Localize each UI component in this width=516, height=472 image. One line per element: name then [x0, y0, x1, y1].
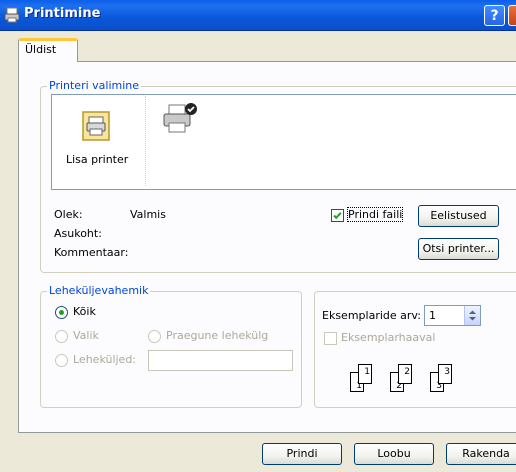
- preferences-button[interactable]: Eelistused: [418, 205, 499, 227]
- page-range-all-radio[interactable]: [55, 306, 68, 319]
- page-range-all-label[interactable]: Kõik: [73, 305, 96, 318]
- tab-general-label: Üldist: [25, 43, 57, 56]
- pages-input[interactable]: [148, 350, 293, 371]
- checkmark-icon: [333, 212, 342, 220]
- printer-list[interactable]: Lisa printer: [51, 94, 516, 190]
- help-button[interactable]: ?: [484, 5, 505, 26]
- page-range-legend: Leheküljevahemik: [47, 284, 151, 297]
- comment-label: Kommentaar:: [54, 246, 129, 259]
- copies-count-input[interactable]: 1: [424, 305, 481, 326]
- radio-dot-icon: [59, 310, 64, 315]
- close-button[interactable]: [508, 5, 516, 26]
- location-label: Asukoht:: [54, 227, 102, 240]
- printer-item-default[interactable]: [152, 96, 212, 146]
- page-range-selection-label[interactable]: Valik: [73, 329, 99, 342]
- apply-button[interactable]: Rakenda: [446, 443, 516, 465]
- print-to-file-label[interactable]: Prindi faili: [346, 207, 404, 222]
- status-value: Valmis: [130, 208, 166, 221]
- default-printer-icon: [163, 103, 197, 133]
- collate-label[interactable]: Eksemplarhaaval: [341, 331, 435, 344]
- collate-page: 2: [398, 364, 412, 384]
- cancel-button[interactable]: Loobu: [354, 443, 434, 465]
- copies-count-label: Eksemplaride arv:: [322, 309, 422, 322]
- title-bar[interactable]: Printimine ?: [0, 0, 516, 31]
- copies-count-value: 1: [429, 309, 436, 322]
- page-range-pages-label[interactable]: Leheküljed:: [73, 353, 136, 366]
- printer-icon: [4, 7, 20, 23]
- print-button[interactable]: Prindi: [262, 443, 342, 465]
- tab-general[interactable]: Üldist: [18, 38, 78, 62]
- collate-illustration: 1 1 2 2 3 3: [350, 364, 470, 398]
- printer-item-add-label: Lisa printer: [66, 153, 129, 166]
- copies-spinner[interactable]: [464, 306, 480, 325]
- page-range-current-label[interactable]: Praegune lehekülg: [166, 329, 268, 342]
- find-printer-button[interactable]: Otsi printer...: [418, 238, 499, 260]
- collate-page: 1: [358, 364, 372, 384]
- collate-page: 3: [438, 364, 452, 384]
- page-range-selection-radio[interactable]: [55, 330, 68, 343]
- print-to-file-checkbox[interactable]: [331, 209, 344, 222]
- spin-arrows-icon: [469, 310, 476, 321]
- add-printer-icon: [82, 111, 110, 141]
- printer-select-legend: Printeri valimine: [47, 79, 142, 92]
- page-range-current-radio[interactable]: [148, 330, 161, 343]
- page-range-pages-radio[interactable]: [55, 354, 68, 367]
- collate-checkbox[interactable]: [324, 332, 337, 345]
- status-label: Olek:: [54, 208, 83, 221]
- window-title: Printimine: [24, 6, 101, 21]
- printer-item-add[interactable]: Lisa printer: [53, 96, 146, 186]
